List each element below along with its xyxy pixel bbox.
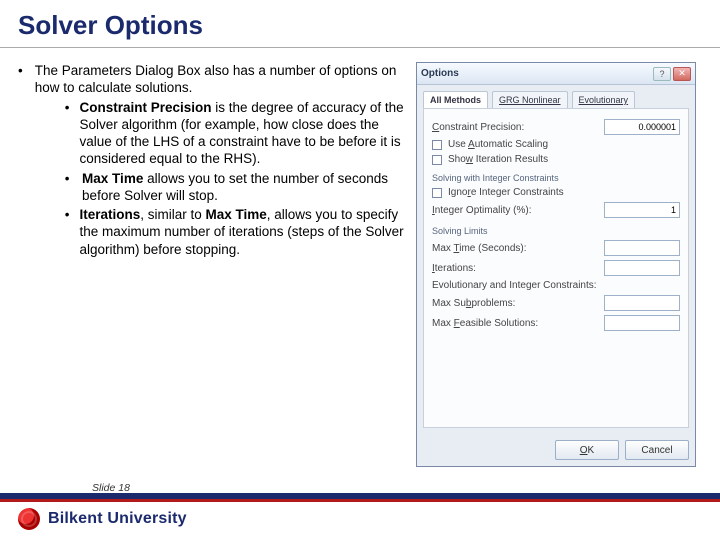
label-integer-optimality: Integer Optimality (%): — [432, 205, 598, 216]
label-ignore-integer: Ignore Integer Constraints — [448, 187, 680, 198]
ok-button[interactable]: OK — [555, 440, 619, 460]
bullet-level1: • The Parameters Dialog Box also has a n… — [18, 62, 408, 258]
row-show-iteration: Show Iteration Results — [432, 154, 680, 165]
checkbox-ignore-integer[interactable] — [432, 188, 442, 198]
bullet-level2: • Max Time allows you to set the number … — [65, 170, 408, 205]
content-area: • The Parameters Dialog Box also has a n… — [0, 48, 720, 467]
label-show-iteration: Show Iteration Results — [448, 154, 680, 165]
label-max-time: Max Time (Seconds): — [432, 243, 598, 254]
row-max-subproblems: Max Subproblems: — [432, 295, 680, 311]
title-bar: Solver Options — [0, 0, 720, 48]
group-solving-limits: Solving Limits Max Time (Seconds): Itera… — [432, 226, 680, 331]
bullet-dot: • — [65, 99, 70, 168]
term-iterations: Iterations — [79, 207, 140, 222]
input-iterations[interactable] — [604, 260, 680, 276]
mid-text: , similar to — [140, 207, 205, 222]
tab-evolutionary[interactable]: Evolutionary — [572, 91, 636, 108]
footer-row: Bilkent University — [0, 502, 720, 540]
term-constraint-precision: Constraint Precision — [79, 100, 211, 115]
input-integer-optimality[interactable] — [604, 202, 680, 218]
options-dialog: Options ? ✕ All Methods GRG Nonlinear Ev… — [416, 62, 696, 467]
bullet-level2: • Iterations, similar to Max Time, allow… — [65, 206, 408, 258]
label-max-feasible: Max Feasible Solutions: — [432, 318, 598, 329]
bullet-level2: • Constraint Precision is the degree of … — [65, 99, 408, 168]
term-max-time: Max Time — [82, 171, 143, 186]
row-max-time: Max Time (Seconds): — [432, 240, 680, 256]
checkbox-auto-scaling[interactable] — [432, 140, 442, 150]
close-button[interactable]: ✕ — [673, 67, 691, 81]
row-evo-header: Evolutionary and Integer Constraints: — [432, 280, 680, 291]
label-iterations: Iterations: — [432, 263, 598, 274]
term-max-time-ref: Max Time — [206, 207, 267, 222]
dialog-column: Options ? ✕ All Methods GRG Nonlinear Ev… — [416, 62, 696, 467]
bullet-dot: • — [65, 206, 70, 258]
options-panel: Constraint Precision: Use Automatic Scal… — [423, 108, 689, 428]
row-max-feasible: Max Feasible Solutions: — [432, 315, 680, 331]
intro-text: The Parameters Dialog Box also has a num… — [35, 63, 397, 95]
tab-strip: All Methods GRG Nonlinear Evolutionary — [417, 85, 695, 108]
input-max-subproblems[interactable] — [604, 295, 680, 311]
tab-all-methods[interactable]: All Methods — [423, 91, 488, 108]
dialog-titlebar: Options ? ✕ — [417, 63, 695, 85]
dialog-button-row: OK Cancel — [417, 434, 695, 466]
university-name: Bilkent University — [48, 510, 187, 528]
group-header-limits: Solving Limits — [432, 226, 680, 236]
help-button[interactable]: ? — [653, 67, 671, 81]
label-evo-header: Evolutionary and Integer Constraints: — [432, 280, 680, 291]
row-integer-optimality: Integer Optimality (%): — [432, 202, 680, 218]
row-auto-scaling: Use Automatic Scaling — [432, 139, 680, 150]
tab-grg-nonlinear[interactable]: GRG Nonlinear — [492, 91, 568, 108]
row-ignore-integer: Ignore Integer Constraints — [432, 187, 680, 198]
slide-footer: Bilkent University — [0, 493, 720, 540]
row-constraint-precision: Constraint Precision: — [432, 119, 680, 135]
page-title: Solver Options — [18, 10, 702, 41]
checkbox-show-iteration[interactable] — [432, 155, 442, 165]
group-header-integer: Solving with Integer Constraints — [432, 173, 680, 183]
label-max-subproblems: Max Subproblems: — [432, 298, 598, 309]
bullet-dot: • — [18, 62, 23, 258]
bullet-dot: • — [65, 170, 72, 205]
dialog-title: Options — [421, 68, 651, 79]
group-integer-constraints: Solving with Integer Constraints Ignore … — [432, 173, 680, 218]
label-constraint-precision: Constraint Precision: — [432, 122, 598, 133]
input-constraint-precision[interactable] — [604, 119, 680, 135]
row-iterations: Iterations: — [432, 260, 680, 276]
input-max-time[interactable] — [604, 240, 680, 256]
university-logo-icon — [18, 508, 40, 530]
label-auto-scaling: Use Automatic Scaling — [448, 139, 680, 150]
slide: Solver Options • The Parameters Dialog B… — [0, 0, 720, 540]
text-column: • The Parameters Dialog Box also has a n… — [18, 62, 408, 467]
input-max-feasible[interactable] — [604, 315, 680, 331]
cancel-button[interactable]: Cancel — [625, 440, 689, 460]
